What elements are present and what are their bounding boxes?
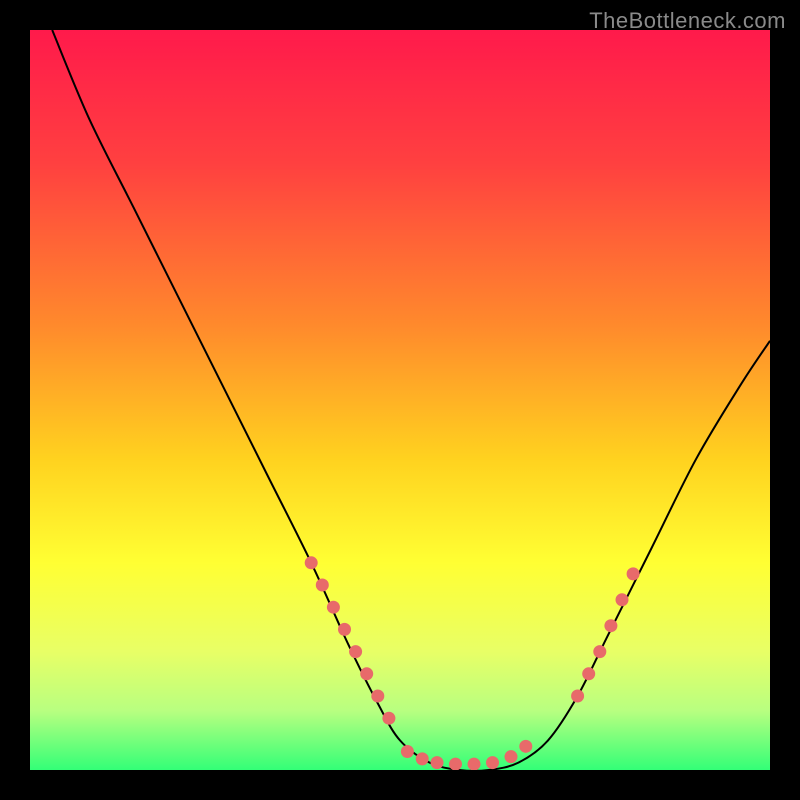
gradient-background [30,30,770,770]
data-dot [416,752,429,765]
data-dot [616,593,629,606]
watermark-text: TheBottleneck.com [589,8,786,34]
data-dot [382,712,395,725]
plot-area [30,30,770,770]
data-dot [604,619,617,632]
data-dot [327,601,340,614]
data-dot [305,556,318,569]
data-dot [486,756,499,769]
data-dot [582,667,595,680]
data-dot [449,758,462,770]
data-dot [401,745,414,758]
data-dot [571,690,584,703]
data-dot [349,645,362,658]
data-dot [316,579,329,592]
bottleneck-chart [30,30,770,770]
chart-container: TheBottleneck.com [0,0,800,800]
data-dot [431,756,444,769]
data-dot [627,567,640,580]
data-dot [371,690,384,703]
data-dot [468,758,481,770]
data-dot [360,667,373,680]
data-dot [593,645,606,658]
data-dot [519,740,532,753]
data-dot [505,750,518,763]
data-dot [338,623,351,636]
